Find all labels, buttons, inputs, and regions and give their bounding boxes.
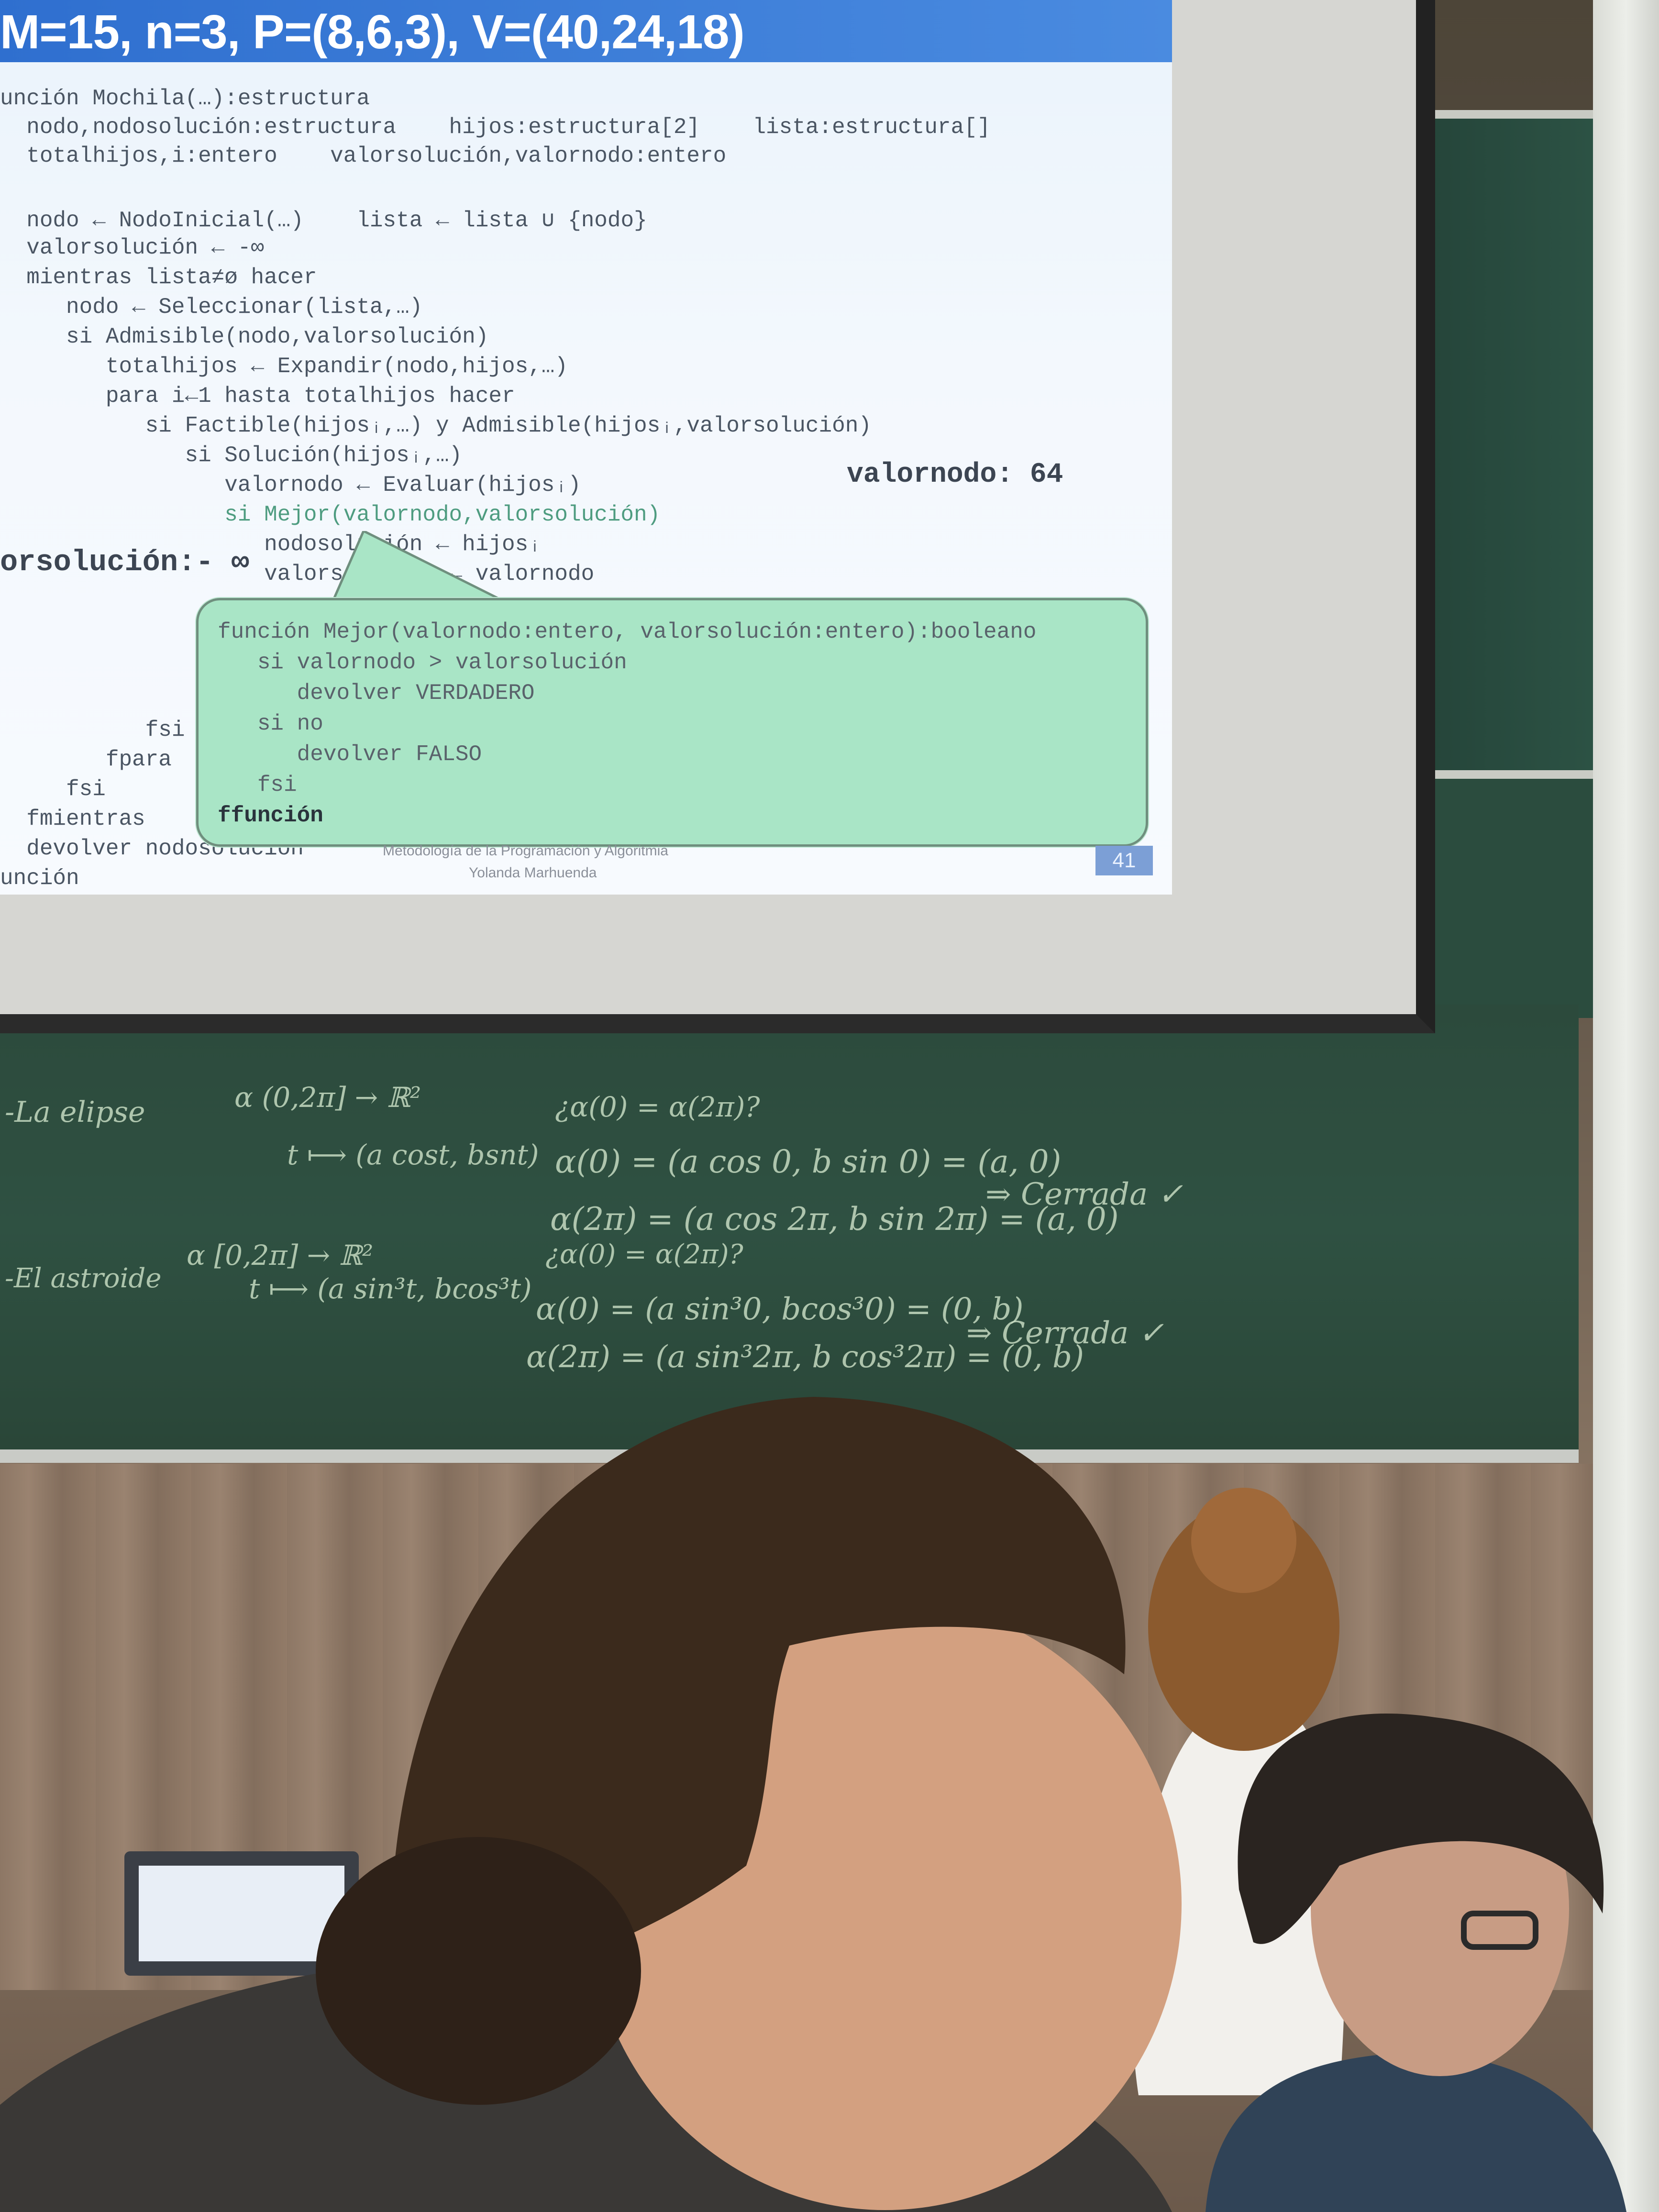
code-line: para i←1 hasta totalhijos hacer bbox=[0, 384, 515, 409]
callout-line: ffunción bbox=[218, 803, 323, 828]
valorsolucion-label: orsolución:- ∞ bbox=[0, 545, 249, 579]
projector-screen: M=15, n=3, P=(8,6,3), V=(40,24,18) unció… bbox=[0, 0, 1435, 1033]
chalk-line: ¿α(0) = α(2π)? bbox=[555, 1091, 760, 1123]
chalk-line: ¿α(0) = α(2π)? bbox=[545, 1239, 743, 1270]
chalk-line: t ⟼ (a cost, bsnt) bbox=[287, 1139, 539, 1171]
side-chalkboard-lower bbox=[1430, 770, 1593, 1018]
code-line: unción Mochila(…):estructura bbox=[0, 86, 370, 111]
code-line: totalhijos ← Expandir(nodo,hijos,…) bbox=[0, 354, 568, 379]
chalk-line: α (0,2π] → ℝ² bbox=[234, 1081, 421, 1114]
chalk-line: -La elipse bbox=[5, 1095, 145, 1129]
callout-line: devolver VERDADERO bbox=[218, 681, 535, 706]
code-line: valorsolución ← -∞ bbox=[0, 235, 265, 260]
code-line: mientras lista≠ø hacer bbox=[0, 265, 317, 290]
slide-footer-author: Yolanda Marhuenda bbox=[469, 865, 597, 881]
slide-page-number: 41 bbox=[1095, 846, 1153, 875]
code-line: nodo,nodosolución:estructura hijos:estru… bbox=[0, 115, 991, 140]
chalk-line: -El astroide bbox=[5, 1263, 162, 1294]
chalk-line: t ⟼ (a sin³t, bcos³t) bbox=[249, 1272, 532, 1305]
chalk-line: ⇒ Cerrada ✓ bbox=[985, 1177, 1183, 1212]
code-line: totalhijos,i:entero valorsolución,valorn… bbox=[0, 144, 727, 168]
code-line: valornodo ← Evaluar(hijosᵢ) bbox=[0, 473, 581, 498]
code-line: nodo ← NodoInicial(…) lista ← lista ∪ {n… bbox=[0, 208, 647, 233]
code-line-highlighted: si Mejor(valornodo,valorsolución) bbox=[0, 502, 661, 527]
chalk-line: α(0) = (a sin³0, bcos³0) = (0, b) bbox=[536, 1292, 1024, 1327]
slide-header: M=15, n=3, P=(8,6,3), V=(40,24,18) bbox=[0, 0, 1172, 62]
callout-tail bbox=[329, 531, 517, 608]
code-line: si Admisible(nodo,valorsolución) bbox=[0, 324, 489, 349]
chalk-line: ⇒ Cerrada ✓ bbox=[966, 1316, 1164, 1351]
code-line: si Solución(hijosᵢ,…) bbox=[0, 443, 463, 468]
code-line: unción bbox=[0, 866, 79, 891]
code-line: si Factible(hijosᵢ,…) y Admisible(hijosᵢ… bbox=[0, 413, 872, 438]
callout-line: función Mejor(valornodo:entero, valorsol… bbox=[218, 619, 1037, 644]
callout-mejor-function: función Mejor(valornodo:entero, valorsol… bbox=[196, 598, 1148, 847]
code-line: fsi bbox=[0, 777, 106, 802]
chalk-line: α [0,2π] → ℝ² bbox=[187, 1239, 374, 1272]
code-line: fmientras bbox=[0, 807, 145, 831]
valornodo-label: valornodo: 64 bbox=[847, 459, 1063, 490]
callout-line: fsi bbox=[218, 773, 297, 797]
slide-footer-course: Metodología de la Programación y Algorit… bbox=[383, 843, 668, 859]
callout-line: devolver FALSO bbox=[218, 742, 482, 767]
chalk-line: α(0) = (a cos 0, b sin 0) = (a, 0) bbox=[555, 1143, 1062, 1180]
code-line: fpara bbox=[0, 747, 172, 772]
slide: M=15, n=3, P=(8,6,3), V=(40,24,18) unció… bbox=[0, 0, 1172, 895]
side-chalkboard bbox=[1430, 110, 1593, 784]
callout-line: si valornodo > valorsolución bbox=[218, 650, 627, 675]
code-line: nodo ← Seleccionar(lista,…) bbox=[0, 295, 423, 320]
code-line: fsi bbox=[0, 718, 185, 742]
students bbox=[0, 1397, 1626, 2212]
student-foreground bbox=[0, 1397, 1182, 2212]
callout-line: si no bbox=[218, 711, 323, 736]
slide-title: M=15, n=3, P=(8,6,3), V=(40,24,18) bbox=[0, 5, 745, 59]
